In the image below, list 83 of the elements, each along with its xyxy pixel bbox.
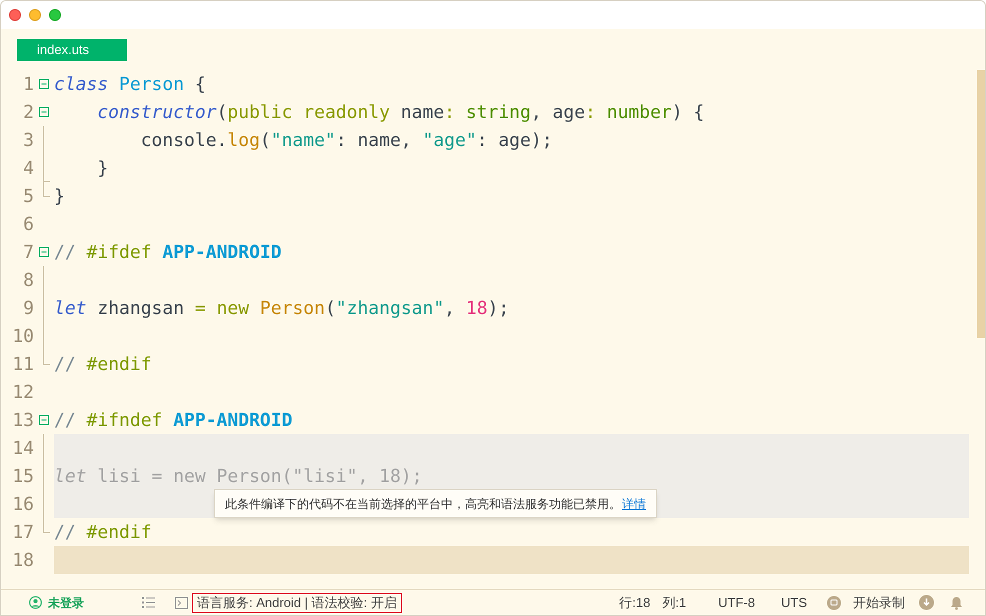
line-number: 15 [11,464,35,488]
code-token: log [227,128,260,152]
line-number: 11 [11,352,35,376]
code-token: : [444,100,455,124]
line-indicator[interactable]: 行:18 [619,592,650,612]
code-token: "zhangsan" [336,296,444,320]
code-token: APP-ANDROID [172,408,292,432]
details-link[interactable]: 详情 [622,494,646,512]
line-number: 4 [22,156,35,180]
terminal-icon[interactable] [175,596,188,608]
line-number: 2 [22,100,35,124]
line-number: 17 [11,520,35,544]
fold-toggle-icon[interactable] [39,415,49,425]
code-token: 18 [466,296,488,320]
encoding-indicator[interactable]: UTF-8 [718,592,755,612]
code-token: // [54,352,77,376]
language-service-status[interactable]: 语言服务: Android | 语法校验: 开启 [192,592,402,612]
code-token: number [606,100,672,124]
code-token: ( [216,100,228,124]
record-button[interactable]: 开始录制 [853,592,905,612]
code-token: } [96,156,108,180]
code-token: #ifdef [86,240,152,264]
code-token: public readonly [227,100,390,124]
code-token: : name, [336,128,413,152]
user-icon[interactable] [29,596,42,609]
minimize-icon[interactable] [29,9,41,21]
line-number: 1 [22,72,35,96]
tooltip-text: 此条件编译下的代码不在当前选择的平台中，高亮和语法服务功能已禁用。 [225,496,621,512]
code-token: "name" [270,128,336,152]
code-token: class [54,72,108,96]
code-token: #endif [86,352,152,376]
code-token: { [194,72,206,96]
code-token: } [54,184,65,208]
code-token: ) { [672,100,704,124]
line-number: 7 [22,240,35,264]
code-token: let [54,464,87,488]
line-number: 6 [22,212,35,236]
code-token: constructor [96,100,217,124]
line-number: 3 [22,128,35,152]
line-number: 5 [22,184,35,208]
code-token: // [54,520,77,544]
fold-toggle-icon[interactable] [39,107,49,117]
code-token: ( [324,296,336,320]
line-number: 14 [11,436,35,460]
close-icon[interactable] [9,9,21,21]
line-number: 13 [11,408,35,432]
download-icon[interactable] [919,595,934,610]
chat-icon[interactable] [827,596,841,610]
code-token: let [54,296,87,320]
code-token: = [194,296,206,320]
line-number: 12 [11,380,35,404]
language-indicator[interactable]: UTS [781,592,807,612]
code-token: ( [260,128,271,152]
code-token: console. [140,128,228,152]
maximize-icon[interactable] [49,9,61,21]
code-token: #endif [86,520,152,544]
line-number: 10 [11,324,35,348]
code-token: // [54,408,77,432]
line-number: 18 [11,548,35,572]
line-number: 8 [22,268,35,292]
code-token: name [400,100,444,124]
fold-toggle-icon[interactable] [39,247,49,257]
bell-icon[interactable] [950,596,963,610]
code-token: : age); [476,128,553,152]
code-token: // [54,240,77,264]
line-number: 9 [22,296,35,320]
code-token: APP-ANDROID [161,240,282,264]
code-token: zhangsan [96,296,186,320]
code-token: : [585,100,596,124]
code-token: , [444,296,456,320]
code-token: #ifndef [86,408,162,432]
line-number: 16 [11,492,35,516]
code-token: Person [258,296,325,320]
column-indicator[interactable]: 列:1 [662,592,686,612]
list-icon[interactable] [142,597,155,608]
code-token: lisi = new Person("lisi", 18); [96,464,422,488]
code-token: Person [118,72,184,96]
code-token: ); [488,296,510,320]
fold-toggle-icon[interactable] [39,79,49,89]
code-token: string [464,100,531,124]
code-token: , age [530,100,586,124]
code-token: "age" [422,128,477,152]
code-token: new [216,296,250,320]
